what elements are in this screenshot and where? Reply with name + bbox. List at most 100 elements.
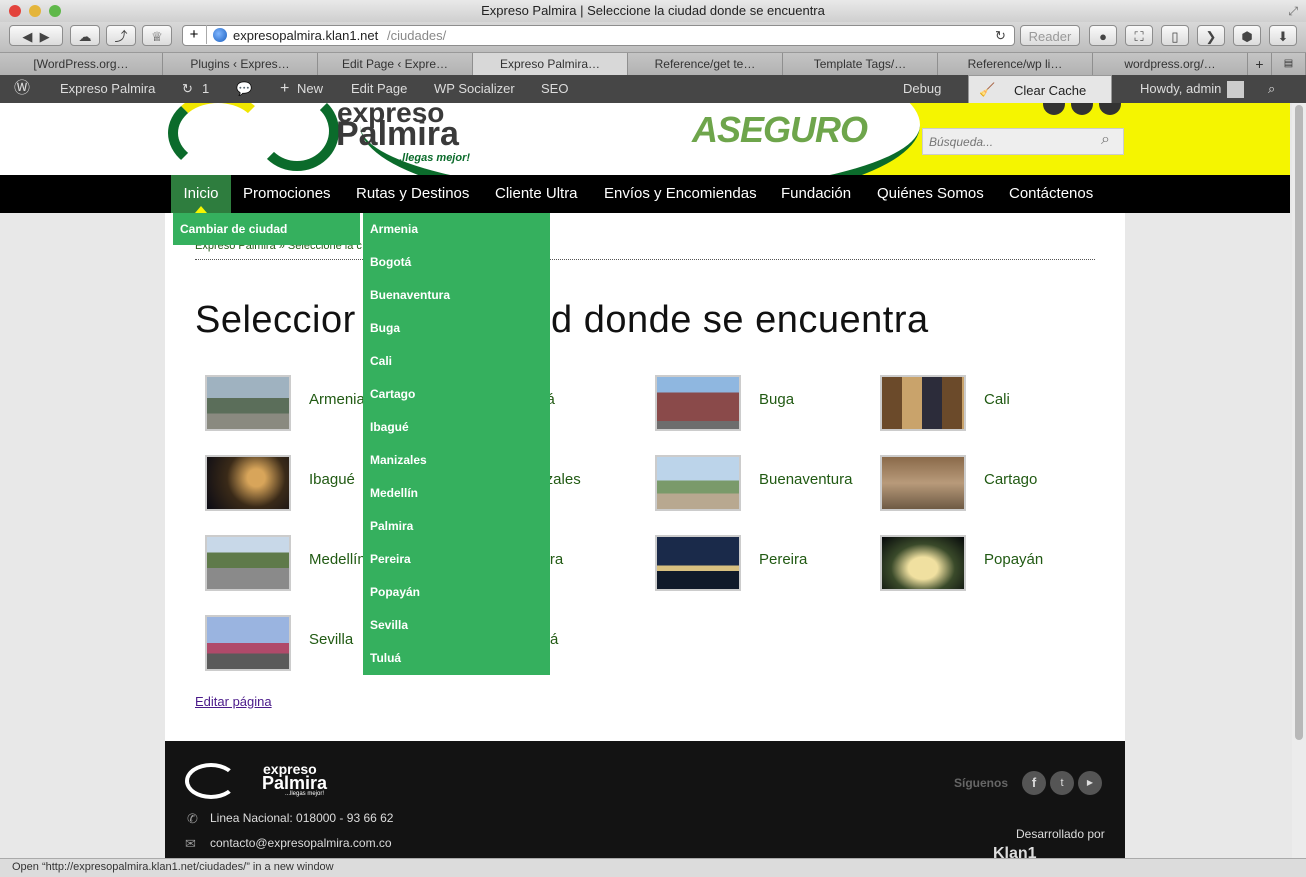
edit-page-link[interactable]: Editar página [195,694,272,709]
page-scrollbar[interactable] [1292,103,1306,858]
city-link[interactable]: Cartago [984,471,1037,488]
dropdown-item-ibague[interactable]: Ibagué [370,420,409,434]
youtube-icon[interactable]: ▶ [1078,771,1102,795]
nav-item-cliente-ultra[interactable]: Cliente Ultra [495,175,578,213]
city-thumbnail[interactable] [880,375,966,431]
wordpress-logo-icon[interactable]: Ⓦ [14,75,30,103]
city-thumbnail[interactable] [655,455,741,511]
tab-edit-page[interactable]: Edit Page ‹ Expre… [318,53,473,75]
city-link[interactable]: Cali [984,391,1010,408]
reload-icon[interactable]: ↻ [995,26,1006,45]
city-thumbnail[interactable] [205,455,291,511]
address-bar[interactable]: + expresopalmira.klan1.net /ciudades/ ↻ [182,25,1015,46]
admin-search-icon[interactable]: ⌕ [1268,75,1275,103]
reader-button[interactable]: Reader [1020,25,1080,46]
dropdown-item-manizales[interactable]: Manizales [370,453,427,467]
city-card-cartago[interactable]: Cartago [880,455,1100,511]
dropdown-item-buga[interactable]: Buga [370,321,400,335]
scrollbar-thumb[interactable] [1295,105,1303,740]
add-bookmark-icon[interactable]: + [182,25,207,44]
device-button[interactable]: ▯ [1161,25,1189,46]
tab-reference-wp-li[interactable]: Reference/wp li… [938,53,1093,75]
nav-item-envios[interactable]: Envíos y Encomiendas [604,175,757,213]
city-card-cali[interactable]: Cali [880,375,1100,431]
admin-new-link[interactable]: New [297,75,323,103]
facebook-icon[interactable]: f [1022,771,1046,795]
city-card-popayan[interactable]: Popayán [880,535,1100,591]
nav-item-fundacion[interactable]: Fundación [781,175,851,213]
dropdown-item-tulua[interactable]: Tuluá [370,651,401,665]
next-button[interactable]: ❯ [1197,25,1225,46]
search-input[interactable] [923,129,1093,154]
download-button[interactable]: ⬇ [1269,25,1297,46]
new-tab-icon[interactable]: + [1248,53,1272,75]
bookmarks-button[interactable]: ♕ [142,25,172,46]
admin-debug-link[interactable]: Debug [903,75,941,103]
city-card-buenaventura[interactable]: Buenaventura [655,455,875,511]
submenu-cambiar-ciudad[interactable]: Cambiar de ciudad [180,222,287,236]
admin-seo-link[interactable]: SEO [541,75,568,103]
city-link[interactable]: Sevilla [309,631,353,648]
tab-expreso-palmira[interactable]: Expreso Palmira… [473,53,628,75]
city-thumbnail[interactable] [205,615,291,671]
dropdown-item-buenaventura[interactable]: Buenaventura [370,288,450,302]
clear-cache-menu[interactable]: 🧹 Clear Cache [968,75,1112,105]
city-thumbnail[interactable] [205,375,291,431]
comments-icon[interactable]: 💬 [236,75,252,103]
city-thumbnail[interactable] [655,535,741,591]
search-box[interactable]: ⌕ [922,128,1124,155]
admin-site-name[interactable]: Expreso Palmira [60,75,155,103]
dropdown-item-armenia[interactable]: Armenia [370,222,418,236]
add-new-icon[interactable]: + [280,75,289,103]
footer-email[interactable]: contacto@expresopalmira.com.co [210,836,392,850]
admin-edit-page-link[interactable]: Edit Page [351,75,407,103]
back-forward-buttons[interactable]: ◀ ▶ [9,25,63,46]
minimize-window-button[interactable] [29,5,41,17]
city-card-pereira[interactable]: Pereira [655,535,875,591]
tab-wordpress-org[interactable]: [WordPress.org… [0,53,163,75]
dropdown-item-bogota[interactable]: Bogotá [370,255,411,269]
forward-icon[interactable]: ▶ [40,29,50,44]
downloads-status-button[interactable]: ● [1089,25,1117,46]
tab-reference-get-te[interactable]: Reference/get te… [628,53,783,75]
back-icon[interactable]: ◀ [22,29,32,44]
dropdown-item-cali[interactable]: Cali [370,354,392,368]
tab-overflow-icon[interactable]: ▤ [1272,53,1306,75]
city-link[interactable]: á [550,631,558,648]
tab-plugins[interactable]: Plugins ‹ Expres… [163,53,318,75]
tab-template-tags[interactable]: Template Tags/… [783,53,938,75]
nav-item-rutas[interactable]: Rutas y Destinos [356,175,469,213]
city-thumbnail[interactable] [880,455,966,511]
avatar[interactable] [1227,81,1244,98]
nav-item-contactenos[interactable]: Contáctenos [1009,175,1093,213]
twitter-icon[interactable]: t [1050,771,1074,795]
city-link[interactable]: Popayán [984,551,1043,568]
fullscreen-icon[interactable]: ⤢ [1288,0,1298,22]
city-link[interactable]: Buga [759,391,794,408]
dropdown-item-cartago[interactable]: Cartago [370,387,415,401]
updates-count[interactable]: 1 [202,75,209,103]
city-link[interactable]: Medellín [309,551,366,568]
shield-button[interactable]: ⬢ [1233,25,1261,46]
icloud-button[interactable]: ☁ [70,25,100,46]
updates-icon[interactable]: ↻ [182,75,193,103]
fullscreen-button[interactable]: ⛶ [1125,25,1153,46]
city-link[interactable]: Pereira [759,551,807,568]
city-thumbnail[interactable] [655,375,741,431]
tab-wordpress-org-2[interactable]: wordpress.org/… [1093,53,1248,75]
close-window-button[interactable] [9,5,21,17]
nav-item-quienes-somos[interactable]: Quiénes Somos [877,175,984,213]
clear-cache-label[interactable]: Clear Cache [1014,77,1086,105]
dropdown-item-popayan[interactable]: Popayán [370,585,420,599]
dropdown-item-sevilla[interactable]: Sevilla [370,618,408,632]
dropdown-item-medellin[interactable]: Medellín [370,486,418,500]
city-link[interactable]: Armenia [309,391,365,408]
city-link[interactable]: Ibagué [309,471,355,488]
dropdown-item-pereira[interactable]: Pereira [370,552,411,566]
city-thumbnail[interactable] [880,535,966,591]
city-link[interactable]: Buenaventura [759,471,852,488]
city-thumbnail[interactable] [205,535,291,591]
city-card-buga[interactable]: Buga [655,375,875,431]
dropdown-item-palmira[interactable]: Palmira [370,519,413,533]
admin-wp-socializer-link[interactable]: WP Socializer [434,75,515,103]
